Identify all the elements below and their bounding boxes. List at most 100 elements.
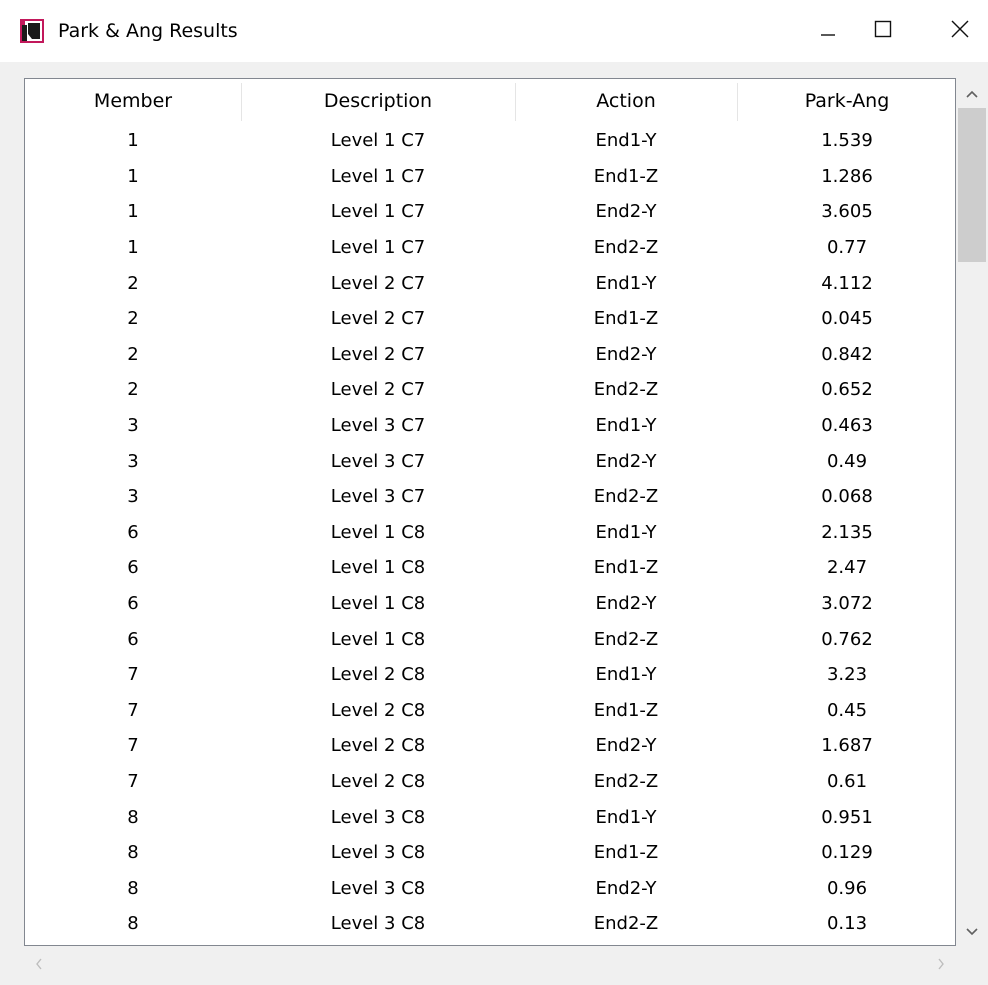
cell-park-ang: 0.842: [821, 343, 873, 365]
table-row[interactable]: 7 Level 2 C8 End2-Z 0.61: [25, 764, 955, 800]
cell-park-ang: 0.951: [821, 806, 873, 828]
table-row[interactable]: 3 Level 3 C7 End1-Y 0.463: [25, 408, 955, 444]
cell-action: End2-Y: [595, 450, 657, 472]
cell-member: 3: [127, 450, 139, 472]
cell-park-ang: 0.49: [826, 450, 868, 472]
maximize-button[interactable]: [851, 0, 915, 62]
cell-description: Level 1 C8: [330, 593, 426, 615]
scroll-up-button[interactable]: [956, 78, 988, 108]
table-row[interactable]: 6 Level 1 C8 End1-Y 2.135: [25, 515, 955, 551]
cell-action: End1-Z: [593, 842, 659, 864]
cell-action: End2-Z: [593, 770, 659, 792]
cell-action: End2-Z: [593, 237, 659, 259]
scroll-left-button[interactable]: [24, 946, 54, 985]
scroll-right-button[interactable]: [926, 946, 956, 985]
chevron-right-icon: [936, 956, 946, 975]
table-row[interactable]: 2 Level 2 C7 End2-Z 0.652: [25, 372, 955, 408]
cell-member: 8: [127, 842, 139, 864]
cell-action: End2-Z: [593, 379, 659, 401]
results-table[interactable]: Member Description Action Park-Ang 1 Leve…: [24, 78, 956, 946]
table-row[interactable]: 1 Level 1 C7 End2-Z 0.77: [25, 230, 955, 266]
cell-park-ang: 3.605: [821, 201, 873, 223]
cell-park-ang: 3.23: [826, 664, 868, 686]
cell-description: Level 3 C8: [330, 806, 426, 828]
cell-description: Level 2 C7: [330, 308, 426, 330]
column-header-description[interactable]: Description: [241, 79, 515, 123]
horizontal-scrollbar[interactable]: [24, 946, 956, 985]
cell-description: Level 1 C7: [330, 165, 426, 187]
cell-description: Level 3 C8: [330, 913, 426, 935]
cell-action: End1-Y: [595, 272, 657, 294]
column-header-action[interactable]: Action: [515, 79, 737, 123]
cell-park-ang: 2.135: [821, 521, 873, 543]
chevron-left-icon: [34, 956, 44, 975]
table-row[interactable]: 2 Level 2 C7 End1-Y 4.112: [25, 265, 955, 301]
table-row[interactable]: 8 Level 3 C8 End2-Y 0.96: [25, 870, 955, 906]
table-row[interactable]: 7 Level 2 C8 End1-Y 3.23: [25, 657, 955, 693]
chevron-up-icon: [965, 84, 979, 103]
table-row[interactable]: 3 Level 3 C7 End2-Z 0.068: [25, 479, 955, 515]
table-row[interactable]: 1 Level 1 C7 End1-Z 1.286: [25, 159, 955, 195]
cell-member: 1: [127, 165, 139, 187]
table-row[interactable]: 7 Level 2 C8 End1-Z 0.45: [25, 693, 955, 729]
cell-description: Level 3 C7: [330, 415, 426, 437]
minimize-icon: [818, 19, 838, 43]
cell-member: 2: [127, 308, 139, 330]
cell-action: End2-Z: [593, 628, 659, 650]
app-icon: [20, 19, 44, 43]
cell-description: Level 2 C7: [330, 379, 426, 401]
table-row[interactable]: 7 Level 2 C8 End2-Y 1.687: [25, 728, 955, 764]
cell-park-ang: 0.762: [821, 628, 873, 650]
scroll-down-button[interactable]: [956, 916, 988, 946]
close-button[interactable]: [932, 0, 988, 62]
table-row[interactable]: 8 Level 3 C8 End1-Y 0.951: [25, 799, 955, 835]
vertical-scrollbar[interactable]: [956, 78, 988, 946]
cell-description: Level 2 C7: [330, 272, 426, 294]
cell-action: End1-Z: [593, 557, 659, 579]
table-row[interactable]: 1 Level 1 C7 End1-Y 1.539: [25, 123, 955, 159]
cell-member: 3: [127, 415, 139, 437]
table-row[interactable]: 6 Level 1 C8 End2-Y 3.072: [25, 586, 955, 622]
cell-description: Level 1 C7: [330, 130, 426, 152]
cell-action: End2-Y: [595, 877, 657, 899]
table-row[interactable]: 2 Level 2 C7 End2-Y 0.842: [25, 337, 955, 373]
table-row[interactable]: 1 Level 1 C7 End2-Y 3.605: [25, 194, 955, 230]
cell-member: 8: [127, 913, 139, 935]
chevron-down-icon: [965, 922, 979, 941]
cell-action: End2-Y: [595, 201, 657, 223]
title-bar[interactable]: Park & Ang Results: [0, 0, 988, 62]
cell-description: Level 1 C8: [330, 628, 426, 650]
cell-park-ang: 0.96: [826, 877, 868, 899]
results-window: Park & Ang Results Member Description Ac…: [0, 0, 988, 985]
cell-member: 6: [127, 557, 139, 579]
cell-description: Level 2 C7: [330, 343, 426, 365]
cell-action: End1-Y: [595, 130, 657, 152]
cell-description: Level 3 C8: [330, 877, 426, 899]
cell-action: End1-Y: [595, 415, 657, 437]
cell-description: Level 1 C7: [330, 237, 426, 259]
cell-park-ang: 0.463: [821, 415, 873, 437]
cell-description: Level 3 C7: [330, 486, 426, 508]
cell-description: Level 3 C7: [330, 450, 426, 472]
vertical-scroll-thumb[interactable]: [958, 108, 986, 262]
cell-member: 2: [127, 379, 139, 401]
table-row[interactable]: 3 Level 3 C7 End2-Y 0.49: [25, 443, 955, 479]
column-header-member[interactable]: Member: [25, 79, 241, 123]
cell-park-ang: 2.47: [826, 557, 868, 579]
table-row[interactable]: 2 Level 2 C7 End1-Z 0.045: [25, 301, 955, 337]
table-row[interactable]: 6 Level 1 C8 End1-Z 2.47: [25, 550, 955, 586]
cell-action: End1-Z: [593, 699, 659, 721]
table-row[interactable]: 8 Level 3 C8 End1-Z 0.129: [25, 835, 955, 871]
cell-description: Level 1 C8: [330, 557, 426, 579]
column-header-park-ang[interactable]: Park-Ang: [737, 79, 955, 123]
table-row[interactable]: 6 Level 1 C8 End2-Z 0.762: [25, 621, 955, 657]
table-row[interactable]: 8 Level 3 C8 End2-Z 0.13: [25, 906, 955, 942]
cell-member: 6: [127, 628, 139, 650]
table-body: 1 Level 1 C7 End1-Y 1.539 1 Level 1 C7 End1-Z 1…: [25, 123, 955, 942]
cell-member: 2: [127, 272, 139, 294]
cell-action: End1-Y: [595, 806, 657, 828]
cell-member: 7: [127, 770, 139, 792]
cell-park-ang: 4.112: [821, 272, 873, 294]
cell-action: End2-Z: [593, 486, 659, 508]
table-header: Member Description Action Park-Ang: [25, 79, 955, 123]
